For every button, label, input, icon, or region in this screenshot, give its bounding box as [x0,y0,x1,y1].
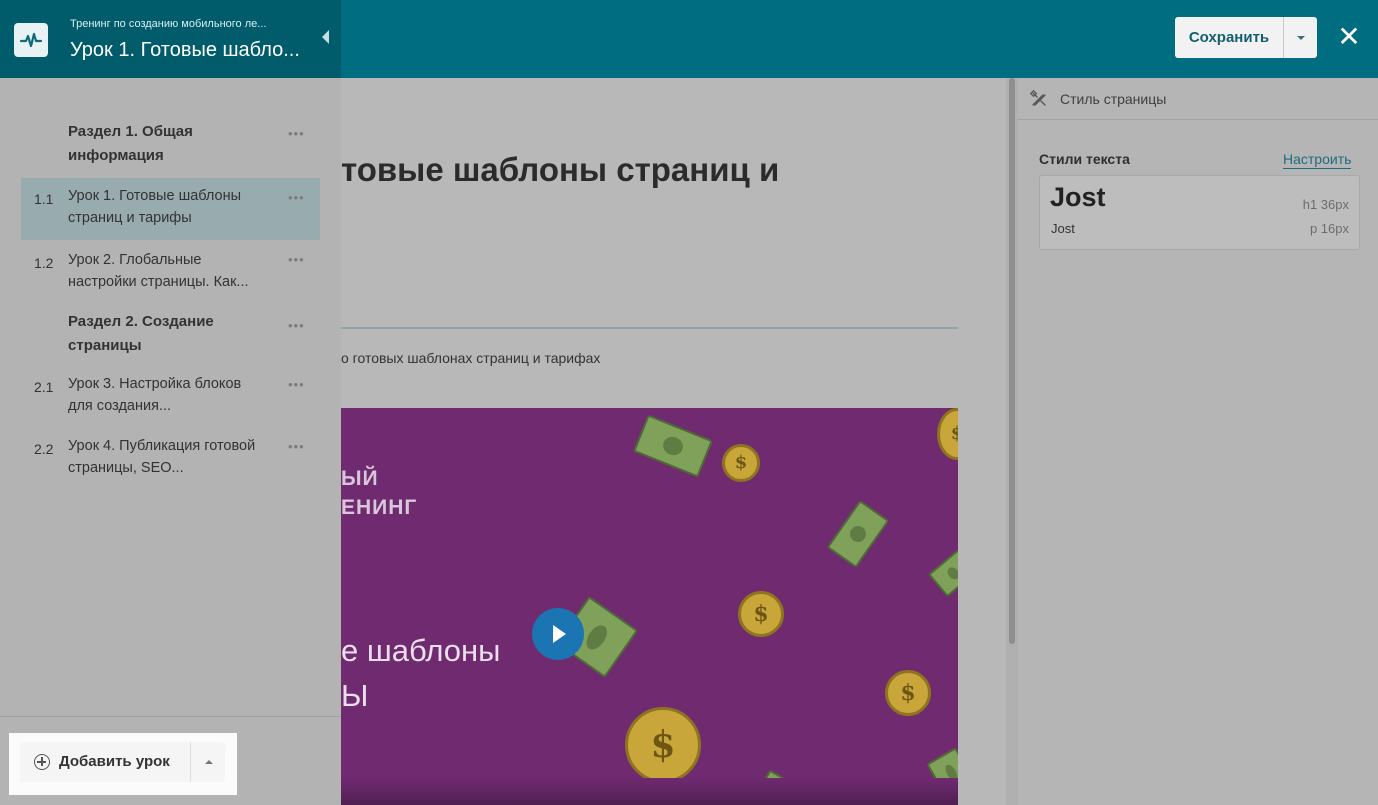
p-size-label: p 16px [1309,221,1349,236]
app-logo-pulse-icon[interactable] [14,23,48,57]
content-scrollbar[interactable] [1006,78,1018,805]
lesson-description[interactable]: о готовых шаблонах страниц и тарифах [341,350,600,366]
font-style-card[interactable]: Jost Jost h1 36px p 16px [1039,175,1360,250]
lesson-item[interactable]: 2.1 Урок 3. Настройка блоков для создани… [21,370,320,434]
money-bill-icon [826,499,890,569]
add-lesson-button-group: Добавить урок [20,742,225,782]
style-tools-icon [1030,90,1046,106]
dollar-coin-icon: $ [885,670,931,716]
topbar-course-area: Тренинг по созданию мобильного ле... Уро… [0,0,341,78]
lesson-item-active[interactable]: 1.1 Урок 1. Готовые шаблоны страниц и та… [21,178,320,240]
section-item[interactable]: Раздел 2. Создание страницы ••• [21,306,320,370]
video-title: е шаблоны Ы [341,633,501,713]
page-style-panel: Стиль страницы Стили текста Настроить Jo… [1018,78,1378,805]
chevron-up-icon [205,760,213,764]
save-button-group: Сохранить [1175,17,1317,58]
lesson-number: 1.2 [34,255,54,271]
course-title: Тренинг по созданию мобильного ле... [70,18,267,30]
lesson-label: Урок 2. Глобальные настройки страницы. К… [68,252,249,290]
lesson-number: 1.1 [34,191,54,207]
lesson-label: Урок 4. Публикация готовой страницы, SEO… [68,438,256,476]
more-options-icon[interactable]: ••• [288,248,305,272]
lesson-item[interactable]: 1.2 Урок 2. Глобальные настройки страниц… [21,240,320,306]
content-divider [341,327,958,329]
panel-header: Стиль страницы [1018,78,1378,120]
text-styles-label: Стили текста [1039,151,1130,167]
more-options-icon[interactable]: ••• [288,435,305,459]
lesson-tree: Раздел 1. Общая информация ••• 1.1 Урок … [21,114,321,494]
lesson-number: 2.2 [34,441,54,457]
money-bill-icon [633,414,713,478]
lesson-label: Урок 3. Настройка блоков для создания... [68,376,242,414]
video-play-button[interactable] [532,608,584,660]
heading-font-preview: Jost [1050,182,1106,212]
close-icon[interactable]: ✕ [1336,22,1362,52]
h1-size-label: h1 36px [1302,197,1349,212]
lesson-item[interactable]: 2.2 Урок 4. Публикация готовой страницы,… [21,434,320,494]
sidebar-divider [0,716,341,717]
configure-styles-link[interactable]: Настроить [1283,151,1352,169]
more-options-icon[interactable]: ••• [288,314,305,338]
more-options-icon[interactable]: ••• [288,373,305,397]
lesson-title: Урок 1. Готовые шабло... [70,39,300,61]
lesson-sidebar: Раздел 1. Общая информация ••• 1.1 Урок … [0,78,341,805]
section-item[interactable]: Раздел 1. Общая информация ••• [21,114,320,178]
lesson-number: 2.1 [34,379,54,395]
panel-title: Стиль страницы [1060,91,1167,107]
add-lesson-dropdown[interactable] [190,742,225,782]
scrollbar-thumb[interactable] [1009,78,1015,644]
save-button[interactable]: Сохранить [1175,17,1283,58]
section-label: Раздел 1. Общая информация [68,123,193,164]
top-bar: Тренинг по созданию мобильного ле... Уро… [0,0,1378,78]
paragraph-font-preview: Jost [1051,221,1075,236]
dollar-coin-icon: $ [625,707,701,783]
add-lesson-button[interactable]: Добавить урок [20,742,190,782]
video-controls-bar [341,778,958,805]
lesson-label: Урок 1. Готовые шаблоны страниц и тарифы [68,188,242,226]
dollar-coin-icon: $ [722,444,760,482]
more-options-icon[interactable]: ••• [288,122,305,146]
add-lesson-label: Добавить урок [59,753,170,770]
chevron-down-icon [1297,36,1305,40]
plus-circle-icon [34,754,50,770]
collapse-sidebar-arrow-icon[interactable] [322,30,329,44]
section-label: Раздел 2. Создание страницы [68,313,214,354]
video-player[interactable]: ЫЙ ЕНИНГ е шаблоны Ы $ $ $ $ $ [341,408,958,805]
lesson-content-area: товые шаблоны страниц и о готовых шаблон… [341,78,1006,805]
add-lesson-area: Добавить урок [9,733,237,795]
dollar-coin-icon: $ [937,408,958,460]
video-subtitle: ЫЙ ЕНИНГ [341,467,418,519]
more-options-icon[interactable]: ••• [288,186,305,210]
dollar-coin-icon: $ [738,591,784,637]
lesson-heading[interactable]: товые шаблоны страниц и [341,151,779,189]
money-bill-icon [928,548,958,598]
save-options-dropdown[interactable] [1283,17,1317,58]
